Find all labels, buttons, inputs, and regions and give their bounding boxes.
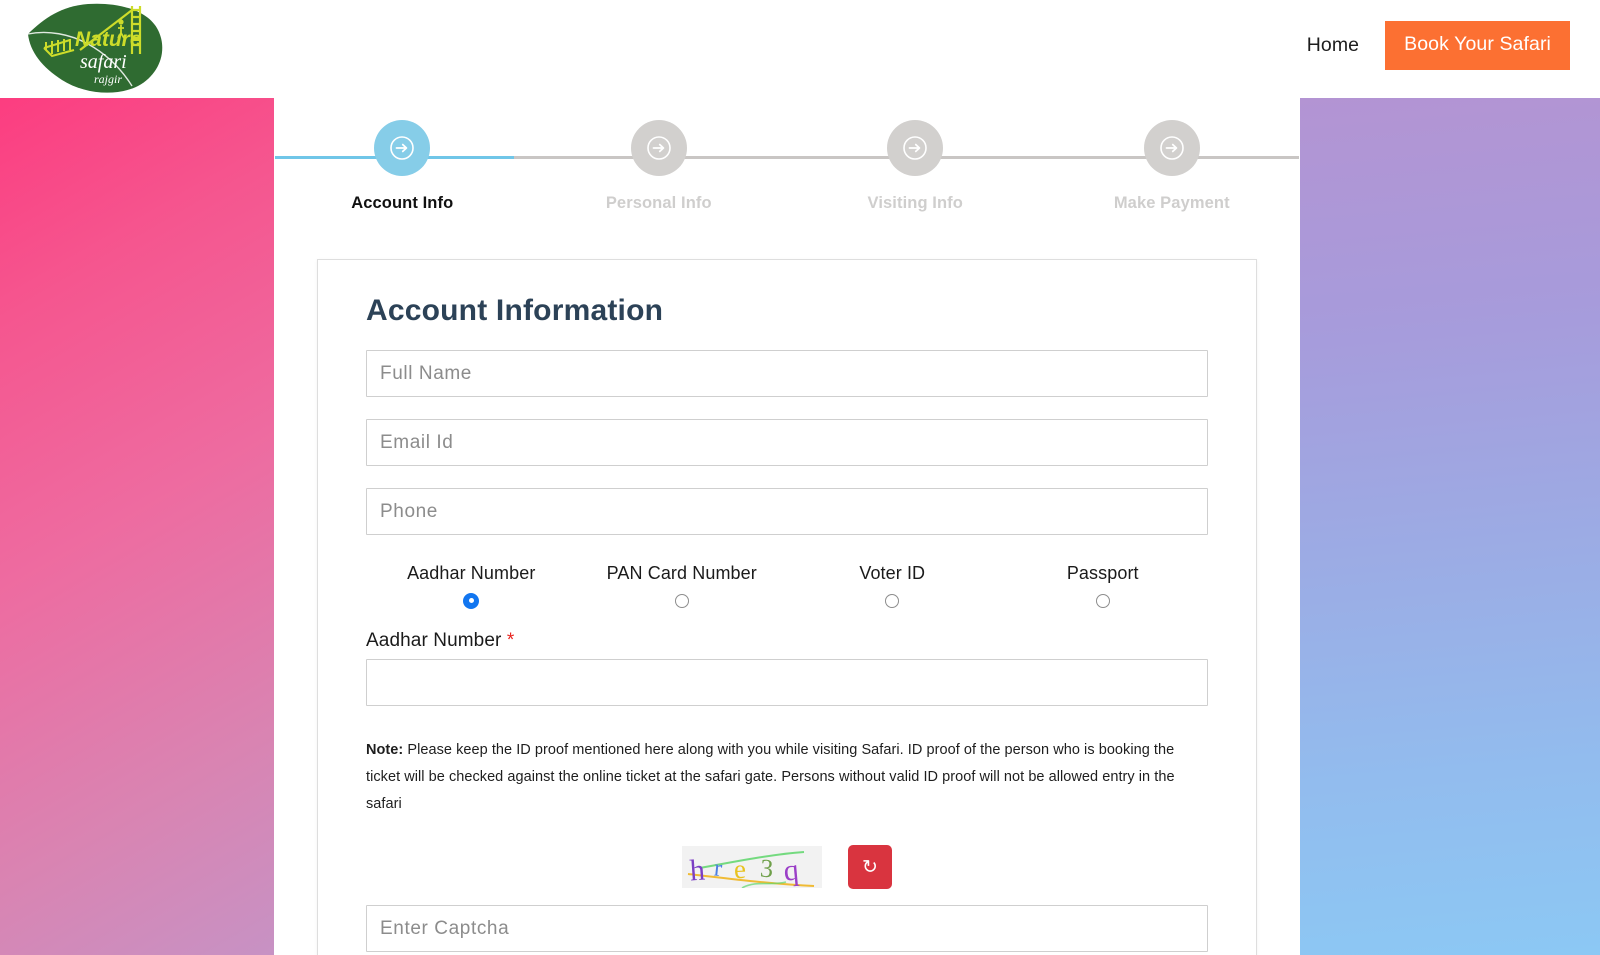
radio-option-aadhar-number[interactable]: Aadhar Number <box>366 563 577 610</box>
book-your-safari-button[interactable]: Book Your Safari <box>1385 21 1570 70</box>
id-number-label: Aadhar Number * <box>366 630 1208 652</box>
radio-option-passport[interactable]: Passport <box>998 563 1209 610</box>
step-bullet-account-info <box>374 120 431 176</box>
nature-safari-rajgir-logo-icon: Nature safari rajgir <box>27 3 163 93</box>
site-header: Nature safari rajgir Home Book Your Safa… <box>0 0 1600 98</box>
arrow-right-circle-icon <box>390 136 415 160</box>
arrow-right-circle-icon <box>1159 136 1184 160</box>
step-account-info[interactable]: Account Info <box>274 120 531 213</box>
radio-dot-passport[interactable] <box>1095 593 1110 608</box>
step-personal-info[interactable]: Personal Info <box>531 120 788 213</box>
arrow-right-circle-icon <box>646 136 671 160</box>
left-gradient-panel <box>0 98 274 955</box>
site-logo[interactable]: Nature safari rajgir <box>22 0 172 96</box>
svg-text:e: e <box>733 854 747 885</box>
step-label-personal-info: Personal Info <box>605 194 712 212</box>
step-visiting-info[interactable]: Visiting Info <box>787 120 1044 213</box>
svg-text:3: 3 <box>759 854 774 884</box>
radio-dot-pan-card-number[interactable] <box>674 593 689 608</box>
svg-text:q: q <box>782 854 800 888</box>
note-text: Please keep the ID proof mentioned here … <box>366 742 1175 812</box>
radio-option-voter-id[interactable]: Voter ID <box>787 563 998 610</box>
nav-item-home[interactable]: Home <box>1295 28 1371 63</box>
step-bullet-make-payment <box>1143 120 1200 176</box>
id-number-label-text: Aadhar Number <box>366 630 502 651</box>
captcha-glyphs-icon: h r e 3 q <box>682 846 822 889</box>
step-label-account-info: Account Info <box>351 194 454 212</box>
radio-label-aadhar-number: Aadhar Number <box>407 563 536 583</box>
svg-text:safari: safari <box>80 51 127 73</box>
step-bullet-visiting-info <box>887 120 944 176</box>
refresh-captcha-button[interactable]: ↻ <box>848 845 892 890</box>
note-prefix: Note: <box>366 742 404 758</box>
phone-input[interactable] <box>366 488 1208 535</box>
main-navigation: Home Book Your Safari <box>1295 21 1570 70</box>
svg-text:Nature: Nature <box>75 28 142 51</box>
main-content: Account Info Personal Info Visiting Info… <box>274 98 1300 955</box>
step-bullet-personal-info <box>630 120 687 176</box>
account-information-card: Account Information Aadhar Number PAN Ca… <box>317 259 1257 955</box>
radio-dot-aadhar-number[interactable] <box>464 593 479 608</box>
radio-label-pan-card-number: PAN Card Number <box>606 563 757 583</box>
full-name-input[interactable] <box>366 350 1208 397</box>
radio-option-pan-card-number[interactable]: PAN Card Number <box>577 563 788 610</box>
id-proof-note: Note: Please keep the ID proof mentioned… <box>366 737 1208 817</box>
id-number-input[interactable] <box>366 659 1208 706</box>
captcha-row: h r e 3 q ↻ <box>366 845 1208 890</box>
required-asterisk: * <box>506 630 515 651</box>
radio-dot-voter-id[interactable] <box>885 593 900 608</box>
right-gradient-panel <box>1300 98 1600 955</box>
captcha-image: h r e 3 q <box>682 846 822 889</box>
captcha-input[interactable] <box>366 905 1208 953</box>
id-type-radio-group: Aadhar Number PAN Card Number Voter ID P… <box>366 563 1208 610</box>
radio-label-passport: Passport <box>1066 563 1139 583</box>
step-label-make-payment: Make Payment <box>1113 194 1230 212</box>
page-root: Nature safari rajgir Home Book Your Safa… <box>0 0 1600 955</box>
email-input[interactable] <box>366 419 1208 466</box>
progress-stepper: Account Info Personal Info Visiting Info… <box>274 98 1300 213</box>
page-title: Account Information <box>366 294 664 327</box>
svg-text:h: h <box>689 854 706 888</box>
svg-text:rajgir: rajgir <box>94 72 122 86</box>
radio-label-voter-id: Voter ID <box>859 563 926 583</box>
arrow-right-circle-icon <box>903 136 928 160</box>
step-make-payment[interactable]: Make Payment <box>1044 120 1301 213</box>
step-label-visiting-info: Visiting Info <box>867 194 963 212</box>
